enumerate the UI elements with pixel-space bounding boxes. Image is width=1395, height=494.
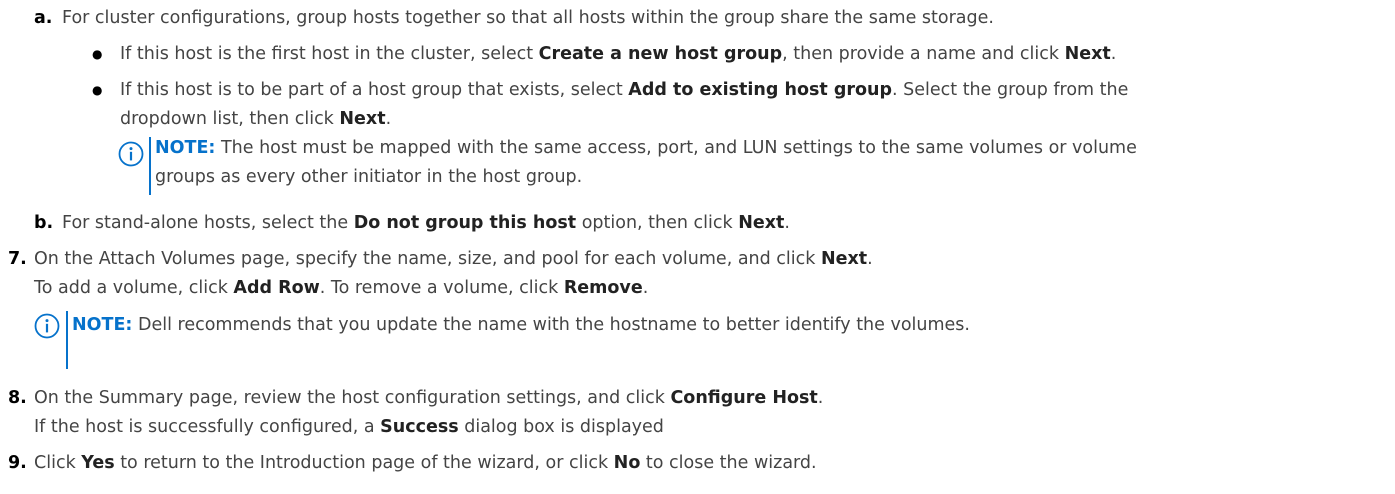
step-b-marker: b. bbox=[34, 213, 54, 233]
note-bar bbox=[149, 137, 151, 195]
no-label: No bbox=[613, 453, 641, 473]
bullet-1-text: If this host is the first host in the cl… bbox=[120, 44, 1117, 64]
do-not-group-label: Do not group this host bbox=[353, 213, 577, 233]
step-7-text: On the Attach Volumes page, specify the … bbox=[34, 249, 873, 269]
step-7-line-2: To add a volume, click Add Row. To remov… bbox=[34, 278, 649, 298]
next-label: Next bbox=[820, 249, 868, 269]
remove-label: Remove bbox=[563, 278, 643, 298]
step-8-text: On the Summary page, review the host con… bbox=[34, 388, 824, 408]
note-2-text: NOTE: Dell recommends that you update th… bbox=[72, 315, 970, 335]
bullet-2-text: If this host is to be part of a host gro… bbox=[120, 80, 1129, 100]
note-label: NOTE: bbox=[72, 315, 133, 335]
info-icon bbox=[34, 313, 60, 339]
step-a-marker: a. bbox=[34, 8, 53, 28]
create-host-group-label: Create a new host group bbox=[538, 44, 783, 64]
note-1-line-2: groups as every other initiator in the h… bbox=[155, 167, 583, 187]
next-label: Next bbox=[738, 213, 785, 233]
bullet-dot: ● bbox=[92, 83, 103, 97]
yes-label: Yes bbox=[81, 453, 115, 473]
step-a-text: For cluster configurations, group hosts … bbox=[62, 8, 994, 28]
info-icon bbox=[118, 141, 144, 167]
note-1-line-1: NOTE: The host must be mapped with the s… bbox=[155, 138, 1137, 158]
configure-host-label: Configure Host bbox=[670, 388, 818, 408]
note-label: NOTE: bbox=[155, 138, 216, 158]
add-row-label: Add Row bbox=[233, 278, 320, 298]
step-8-marker: 8. bbox=[8, 388, 27, 408]
bullet-dot: ● bbox=[92, 47, 103, 61]
next-label: Next bbox=[339, 109, 386, 129]
step-7-marker: 7. bbox=[8, 249, 27, 269]
success-label: Success bbox=[380, 417, 459, 437]
next-label: Next bbox=[1064, 44, 1111, 64]
note-bar bbox=[66, 311, 68, 369]
step-8-line-2: If the host is successfully configured, … bbox=[34, 417, 664, 437]
step-b-text: For stand-alone hosts, select the Do not… bbox=[62, 213, 790, 233]
bullet-2-continuation: dropdown list, then click Next. bbox=[120, 109, 392, 129]
step-9-text: Click Yes to return to the Introduction … bbox=[34, 453, 817, 473]
add-existing-group-label: Add to existing host group bbox=[628, 80, 893, 100]
step-9-marker: 9. bbox=[8, 453, 27, 473]
